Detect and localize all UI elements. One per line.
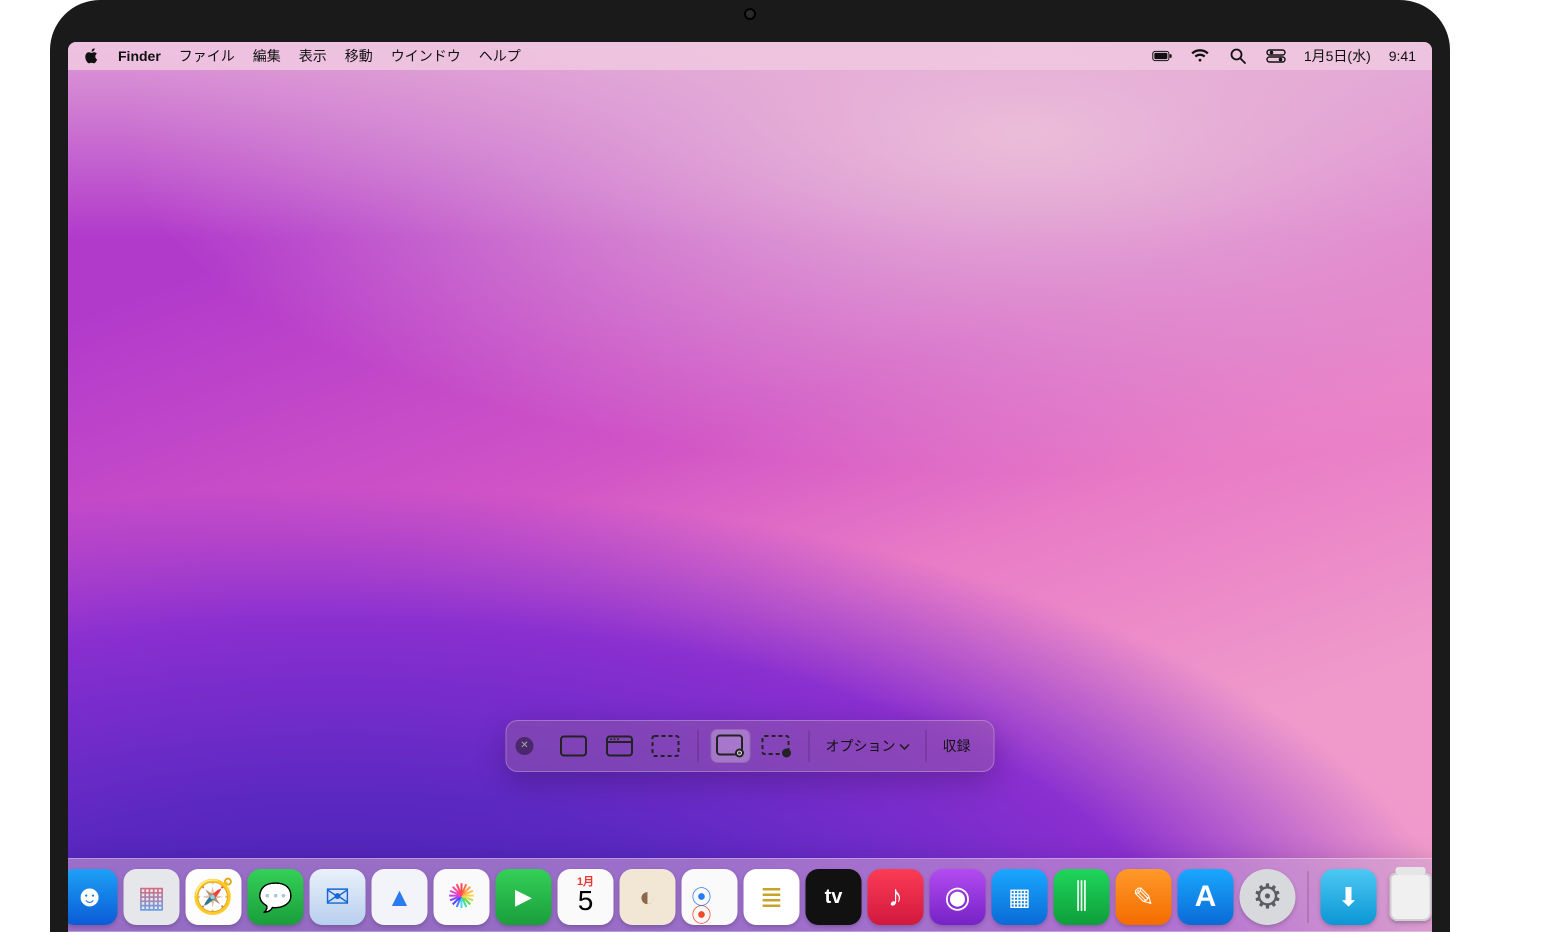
dock-reminders[interactable] <box>682 869 738 925</box>
dock-calendar[interactable]: 1月 5 <box>558 869 614 925</box>
dock-system-settings[interactable] <box>1240 869 1296 925</box>
capture-entire-screen-button[interactable] <box>554 729 594 763</box>
desktop[interactable]: Finder ファイル 編集 表示 移動 ウインドウ ヘルプ <box>68 42 1432 932</box>
screenshot-record-group <box>701 720 807 772</box>
dock-appstore[interactable] <box>1178 869 1234 925</box>
screenshot-capture-group <box>544 720 696 772</box>
chevron-down-icon <box>900 738 910 754</box>
menubar: Finder ファイル 編集 表示 移動 ウインドウ ヘルプ <box>68 42 1432 70</box>
menubar-date[interactable]: 1月5日(水) <box>1304 46 1371 66</box>
screenshot-capture-button[interactable]: 収録 <box>929 729 985 763</box>
dock-photos[interactable] <box>434 869 490 925</box>
dock-keynote[interactable] <box>992 869 1048 925</box>
dock-music[interactable] <box>868 869 924 925</box>
dock-maps[interactable] <box>372 869 428 925</box>
dock-podcasts[interactable] <box>930 869 986 925</box>
menu-edit[interactable]: 編集 <box>253 46 281 66</box>
download-arrow-icon <box>1338 882 1360 913</box>
trash-icon <box>1390 873 1432 921</box>
dock-finder[interactable] <box>68 869 118 925</box>
dock-safari[interactable] <box>186 869 242 925</box>
screenshot-options-label: オプション <box>826 736 896 756</box>
wifi-icon[interactable] <box>1190 48 1210 64</box>
screenshot-capture-label: 収録 <box>943 736 971 756</box>
toolbar-separator <box>698 730 699 762</box>
dock: 1月 5 <box>68 858 1432 932</box>
menu-go[interactable]: 移動 <box>345 46 373 66</box>
menubar-time[interactable]: 9:41 <box>1389 48 1416 64</box>
dock-numbers[interactable] <box>1054 869 1110 925</box>
dock-trash[interactable] <box>1383 869 1433 925</box>
dock-messages[interactable] <box>248 869 304 925</box>
toolbar-separator <box>926 730 927 762</box>
record-selection-button[interactable] <box>757 729 797 763</box>
dock-launchpad[interactable] <box>124 869 180 925</box>
dock-pages[interactable] <box>1116 869 1172 925</box>
dock-facetime[interactable] <box>496 869 552 925</box>
screenshot-close-button[interactable] <box>516 737 534 755</box>
record-entire-screen-button[interactable] <box>711 729 751 763</box>
dock-contacts[interactable] <box>620 869 676 925</box>
screenshot-options-button[interactable]: オプション <box>812 729 924 763</box>
dock-mail[interactable] <box>310 869 366 925</box>
screenshot-toolbar: オプション 収録 <box>506 720 995 772</box>
dock-appletv[interactable] <box>806 869 862 925</box>
menu-file[interactable]: ファイル <box>179 46 235 66</box>
dock-separator <box>1308 871 1309 923</box>
toolbar-separator <box>809 730 810 762</box>
capture-window-button[interactable] <box>600 729 640 763</box>
menu-view[interactable]: 表示 <box>299 46 327 66</box>
camera-notch <box>744 8 756 20</box>
calendar-day: 5 <box>558 885 614 917</box>
capture-selection-button[interactable] <box>646 729 686 763</box>
menu-help[interactable]: ヘルプ <box>479 46 521 66</box>
macbook-frame: Finder ファイル 編集 表示 移動 ウインドウ ヘルプ <box>50 0 1450 932</box>
dock-notes[interactable] <box>744 869 800 925</box>
battery-icon[interactable] <box>1152 48 1172 64</box>
apple-menu-icon[interactable] <box>84 48 100 64</box>
control-center-icon[interactable] <box>1266 48 1286 64</box>
menu-window[interactable]: ウインドウ <box>391 46 461 66</box>
dock-downloads[interactable] <box>1321 869 1377 925</box>
spotlight-icon[interactable] <box>1228 48 1248 64</box>
menubar-app-name[interactable]: Finder <box>118 48 161 64</box>
